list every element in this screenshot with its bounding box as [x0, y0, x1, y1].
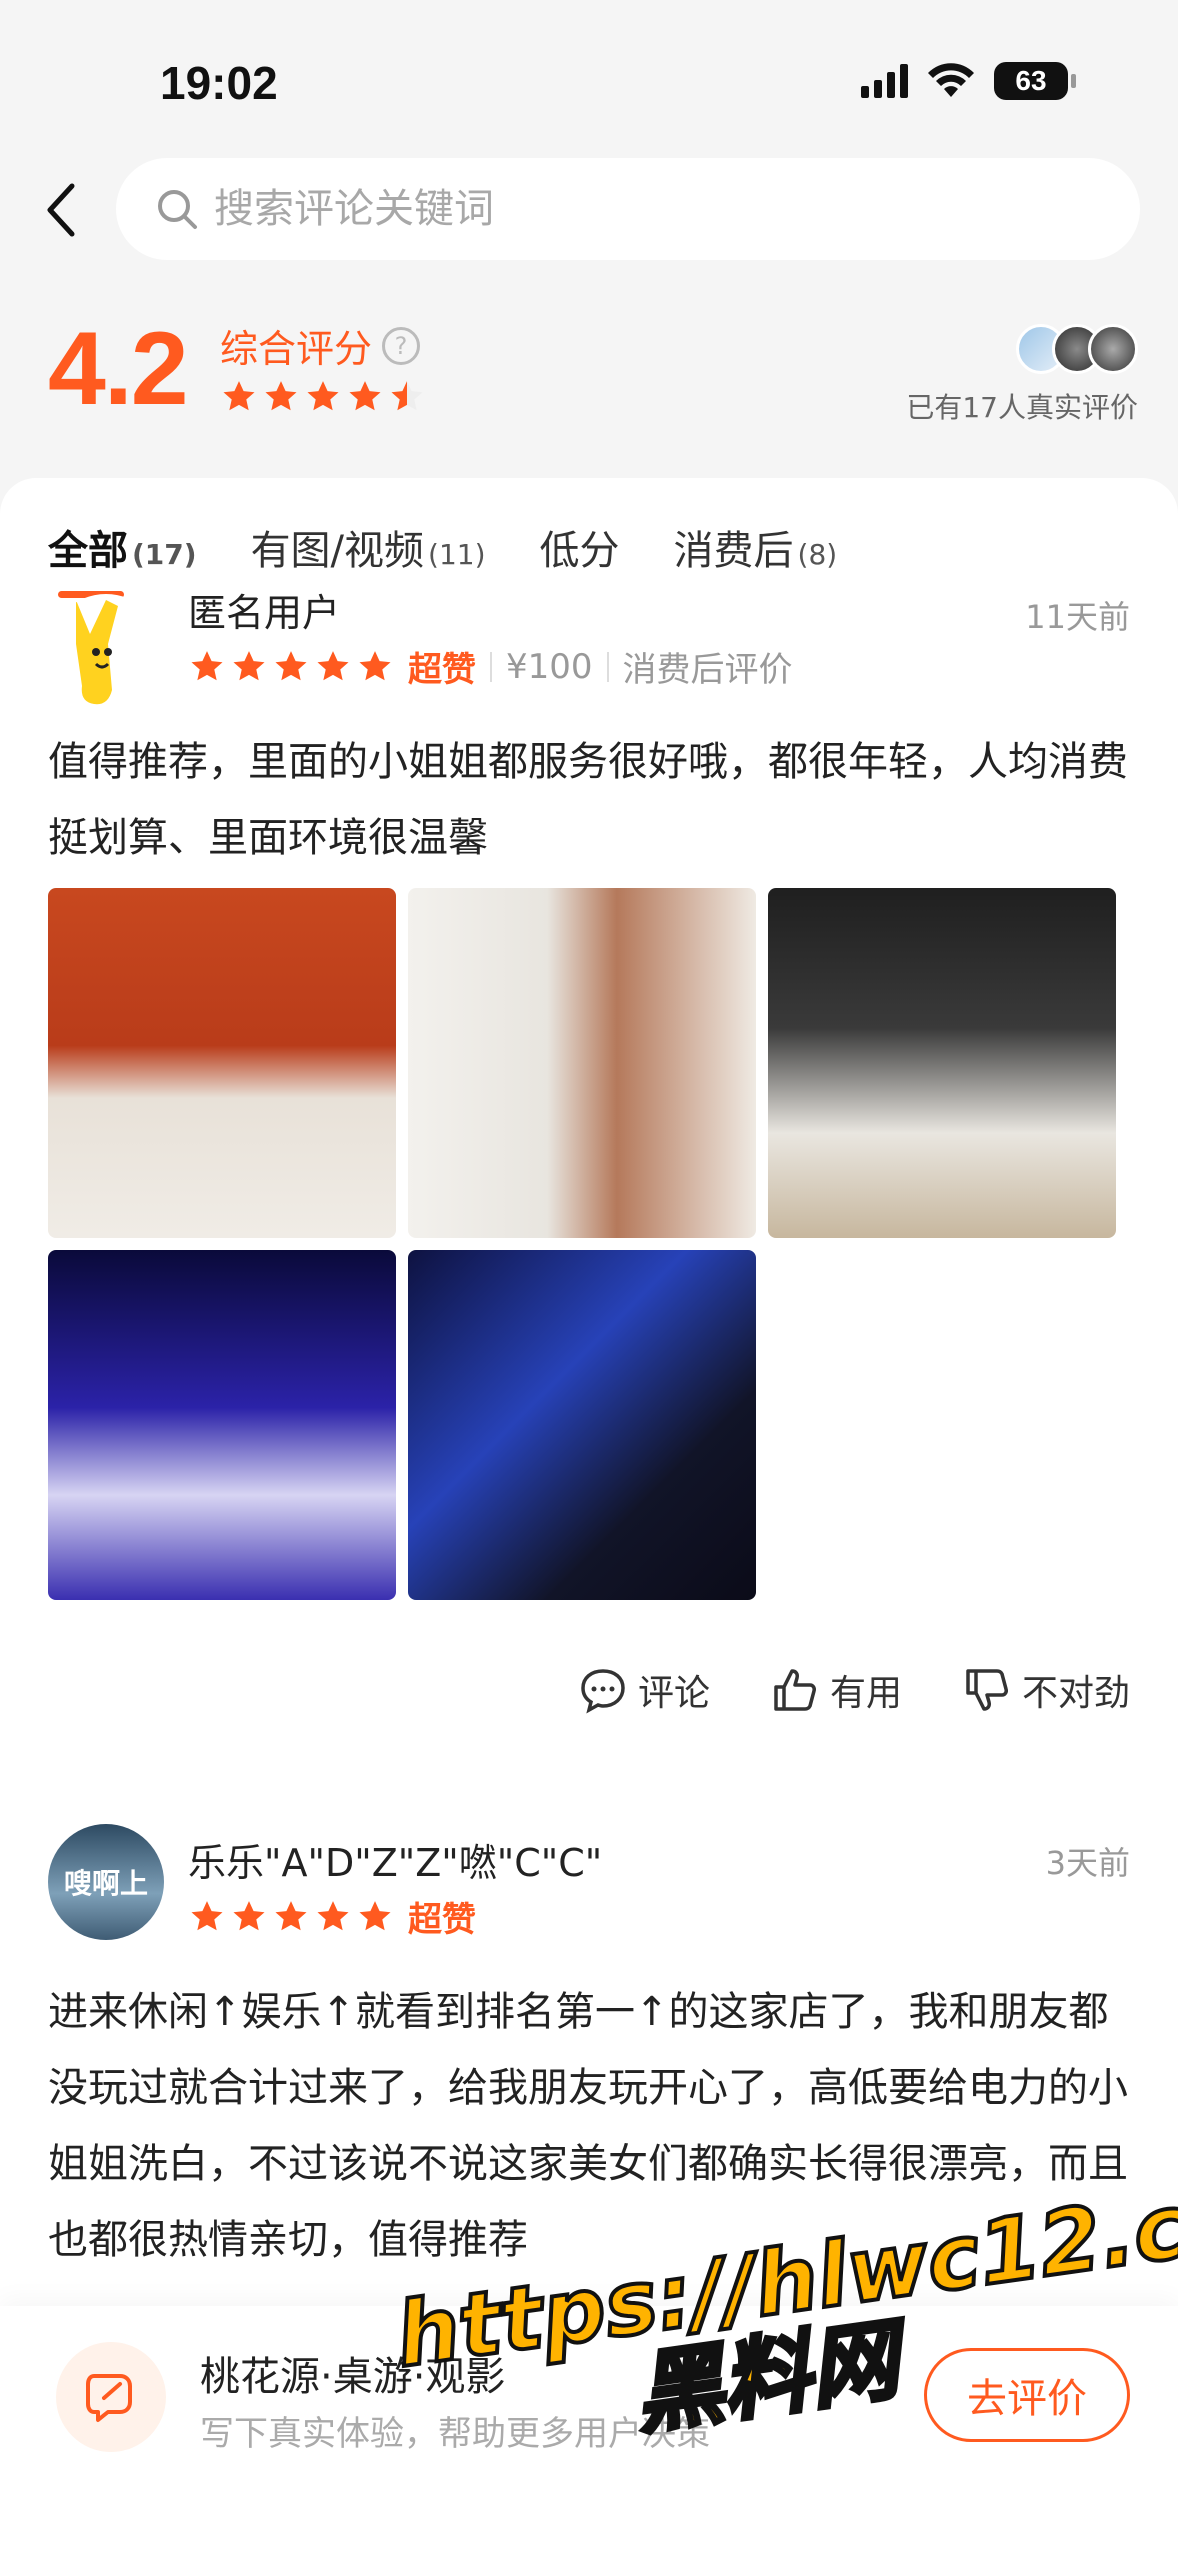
review-time: 11天前	[1025, 598, 1130, 636]
review-tabs: 全部 (17) 有图/视频 (11) 低分 消费后 (8)	[48, 518, 838, 598]
reviewer-name: 乐乐"A"D"Z"Z"嘫"C"C"	[188, 1841, 603, 1885]
thumbs-up-icon	[774, 1669, 816, 1711]
avatar-label: 嗖啊上	[63, 1867, 148, 1900]
search-box[interactable]	[116, 158, 1140, 260]
overall-stars	[220, 378, 426, 416]
star-icon	[359, 1900, 391, 1930]
review-photos	[48, 888, 1116, 1600]
review-text: 值得推荐，里面的小姐姐都服务很好哦，都很年轻，人均消费挺划算、里面环境很温馨	[48, 739, 1128, 861]
review-meta: 超赞 ¥100 消费后评价	[188, 642, 793, 691]
rating-summary: 4.2 综合评分 ? 已有17人真实评价	[48, 310, 1138, 440]
rating-label: 超赞	[408, 650, 476, 690]
avatar	[48, 594, 164, 710]
review-photo[interactable]	[48, 1250, 396, 1600]
score-label-row: 综合评分 ?	[220, 318, 421, 373]
useful-button[interactable]: 有用	[770, 1664, 902, 1716]
write-review-icon[interactable]	[56, 2342, 166, 2452]
tab-low-score[interactable]: 低分	[540, 518, 620, 576]
divider	[490, 651, 492, 682]
review-time: 3天前	[1045, 1844, 1130, 1882]
wifi-icon	[928, 63, 974, 97]
search-icon	[158, 190, 197, 229]
edit-icon	[86, 2374, 132, 2422]
battery-icon: 63	[994, 62, 1076, 100]
star-icon	[265, 381, 297, 411]
star-icon	[359, 650, 391, 680]
review-stars	[188, 648, 394, 686]
review-item: 匿名用户 11天前 超赞 ¥100 消费后评价 值得推荐，里面的小姐姐都服务很好…	[48, 591, 1130, 1600]
star-icon	[317, 1900, 349, 1930]
status-icons: 63	[861, 62, 1076, 100]
review-photo[interactable]	[768, 888, 1116, 1238]
score-label: 综合评分	[220, 327, 373, 371]
half-star-icon	[391, 381, 423, 411]
signal-icon	[861, 64, 908, 98]
search-input[interactable]	[214, 186, 1014, 232]
star-icon	[275, 1900, 307, 1930]
star-icon	[349, 381, 381, 411]
status-time: 19:02	[160, 57, 278, 109]
star-icon	[191, 1900, 223, 1930]
review-photo[interactable]	[48, 888, 396, 1238]
price: ¥100	[506, 646, 593, 687]
reviewer-avatars	[1016, 324, 1138, 374]
thumbs-down-icon	[966, 1669, 1008, 1711]
reviewer-name: 匿名用户	[188, 591, 341, 635]
tab-after-purchase[interactable]: 消费后 (8)	[674, 518, 838, 576]
review-meta: 超赞	[188, 1892, 476, 1941]
review-tag: 消费后评价	[622, 650, 793, 690]
help-icon[interactable]: ?	[382, 326, 421, 365]
review-photo[interactable]	[408, 1250, 756, 1600]
star-icon	[223, 381, 255, 411]
comment-icon	[581, 1669, 625, 1714]
tab-with-media[interactable]: 有图/视频 (11)	[251, 518, 486, 576]
status-bar: 19:02 63	[0, 0, 1178, 150]
back-arrow-icon[interactable]	[38, 180, 88, 240]
avatar	[1088, 324, 1138, 374]
search-row	[0, 158, 1178, 260]
mascot-icon	[76, 600, 118, 705]
real-review-count: 已有17人真实评价	[906, 391, 1138, 424]
star-icon	[317, 650, 349, 680]
review-photo[interactable]	[408, 888, 756, 1238]
overall-score: 4.2	[48, 311, 189, 427]
review-actions: 评论 有用 不对劲	[578, 1664, 1130, 1716]
tab-all[interactable]: 全部 (17)	[48, 518, 197, 598]
review-stars	[188, 1898, 394, 1936]
rating-label: 超赞	[408, 1900, 476, 1940]
avatar: 嗖啊上	[48, 1824, 164, 1940]
comment-button[interactable]: 评论	[578, 1664, 710, 1716]
wrong-button[interactable]: 不对劲	[962, 1664, 1130, 1716]
star-icon	[233, 1900, 265, 1930]
divider	[606, 651, 609, 682]
star-icon	[275, 650, 307, 680]
star-icon	[191, 650, 223, 680]
star-icon	[233, 650, 265, 680]
star-icon	[307, 381, 339, 411]
